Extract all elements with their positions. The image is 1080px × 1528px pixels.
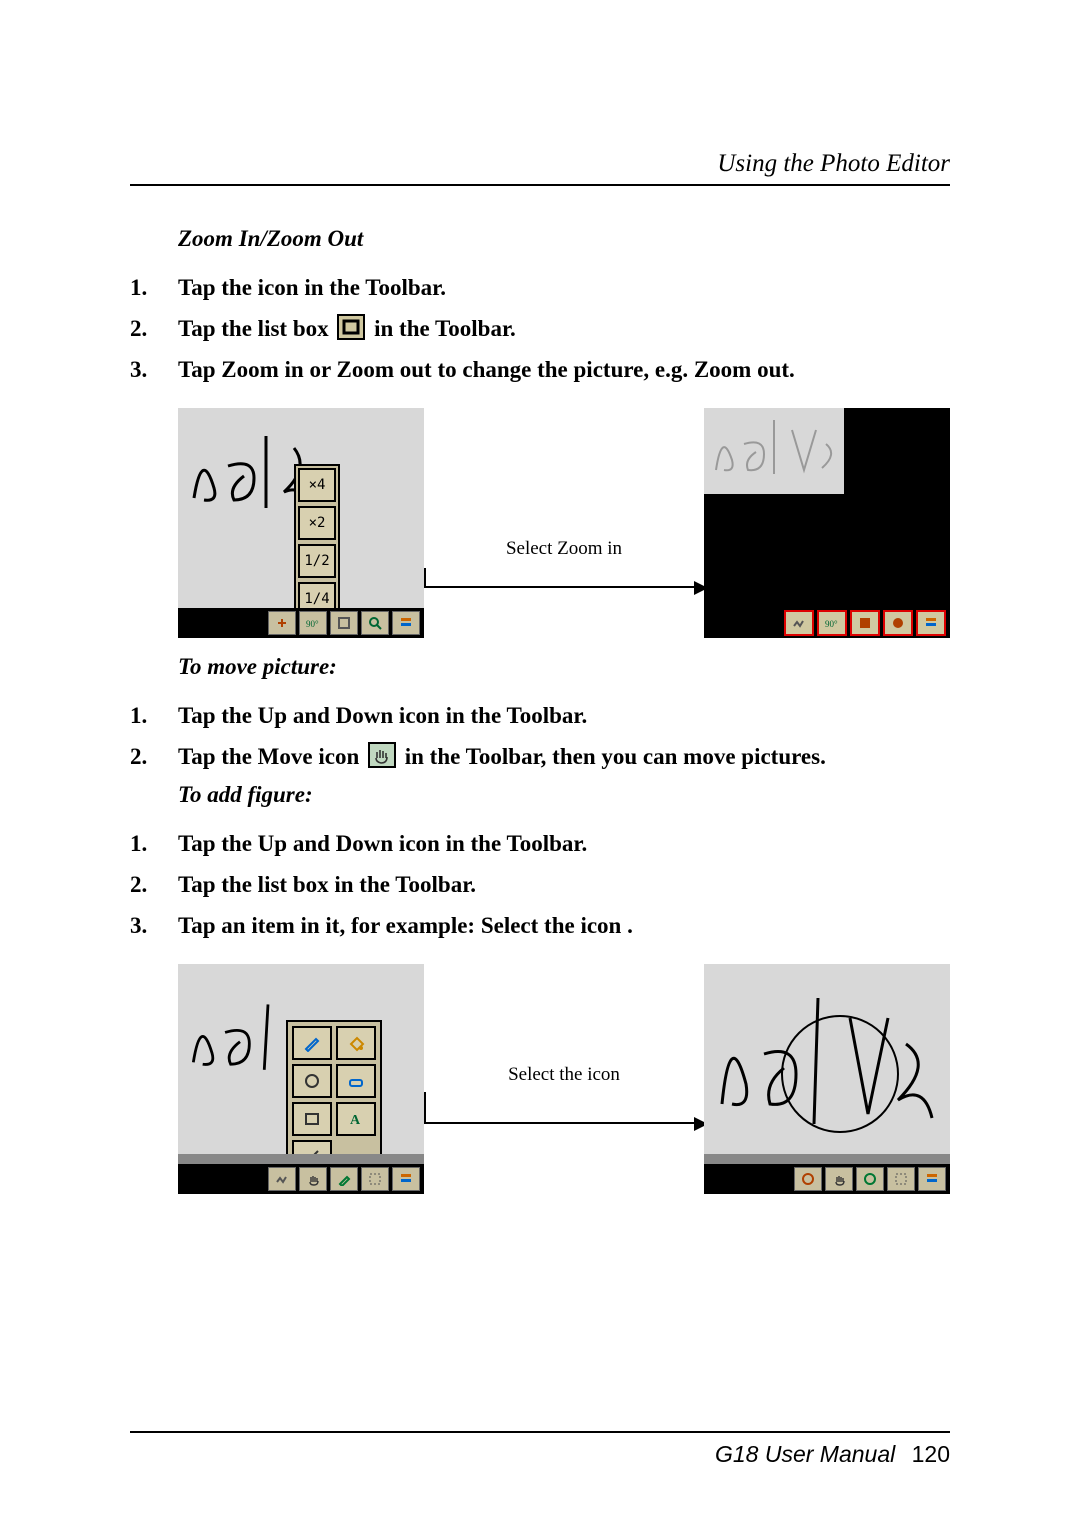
scribble-text-with-circle xyxy=(710,984,944,1144)
addfig-arrow: Select the icon xyxy=(424,964,704,1194)
zoom-section-title: Zoom In/Zoom Out xyxy=(178,226,950,252)
menu-icon[interactable] xyxy=(918,1167,946,1191)
step-number: 3. xyxy=(130,352,178,389)
rect-shape-icon[interactable] xyxy=(292,1102,332,1136)
zoom-before-screenshot: ×4 ×2 1/2 1/4 90° xyxy=(178,408,424,638)
zoom-icon[interactable] xyxy=(361,611,389,635)
text-shape-icon[interactable]: A xyxy=(336,1102,376,1136)
circle-icon[interactable] xyxy=(794,1167,822,1191)
step-number: 2. xyxy=(130,311,178,348)
step-number: 1. xyxy=(130,698,178,735)
fit-icon[interactable] xyxy=(330,611,358,635)
list-item: 3. Tap an item in it, for example: Selec… xyxy=(130,908,950,945)
zoom-arrow: Select Zoom in xyxy=(424,408,704,638)
list-item: 3. Tap Zoom in or Zoom out to change the… xyxy=(130,352,950,389)
step-text-pre: Tap the Up and Down icon xyxy=(178,703,446,728)
circle-tool-icon[interactable] xyxy=(856,1167,884,1191)
step-text: Tap Zoom in or Zoom out to change the pi… xyxy=(178,352,950,389)
addfig-before-screenshot: A xyxy=(178,964,424,1194)
svg-text:90°: 90° xyxy=(825,619,838,629)
list-item: 2. Tap the list box in the Toolbar. xyxy=(130,311,950,348)
header-rule xyxy=(130,184,950,186)
move-section-title: To move picture: xyxy=(178,654,950,680)
addfig-steps-list: 1. Tap the Up and Down icon in the Toolb… xyxy=(130,826,950,944)
step-text-post: in the Toolbar. xyxy=(446,703,588,728)
list-item: 2. Tap the Move icon in the Toolbar, the… xyxy=(130,739,950,776)
arrow-label: Select Zoom in xyxy=(506,538,622,560)
step-text-pre: Tap an item in it, for example: Select t… xyxy=(178,913,627,938)
menu-icon[interactable] xyxy=(392,1167,420,1191)
step-number: 3. xyxy=(130,908,178,945)
eraser-shape-icon[interactable] xyxy=(336,1064,376,1098)
scrollbar[interactable] xyxy=(704,1154,950,1164)
zoom-popup[interactable]: ×4 ×2 1/2 1/4 xyxy=(294,464,340,620)
step-number: 2. xyxy=(130,867,178,904)
circle-shape-icon[interactable] xyxy=(292,1064,332,1098)
list-item: 1. Tap the icon in the Toolbar. xyxy=(130,270,950,307)
step-number: 1. xyxy=(130,826,178,863)
svg-text:90°: 90° xyxy=(306,619,319,629)
zoom-steps-list: 1. Tap the icon in the Toolbar. 2. Tap t… xyxy=(130,270,950,388)
step-number: 2. xyxy=(130,739,178,776)
pencil-shape-icon[interactable] xyxy=(292,1026,332,1060)
move-hand-icon[interactable] xyxy=(825,1167,853,1191)
zoom-icon[interactable] xyxy=(883,610,913,636)
updown-icon[interactable] xyxy=(268,1167,296,1191)
step-text-pre: Tap the list box xyxy=(178,316,334,341)
addfig-after-screenshot xyxy=(704,964,950,1194)
updown-icon[interactable] xyxy=(268,611,296,635)
step-text-pre: Tap the list box xyxy=(178,872,334,897)
rotate-icon[interactable]: 90° xyxy=(299,611,327,635)
footer-page-number: 120 xyxy=(912,1441,950,1467)
move-hand-icon[interactable] xyxy=(299,1167,327,1191)
fill-shape-icon[interactable] xyxy=(336,1026,376,1060)
svg-text:A: A xyxy=(350,1113,361,1128)
step-text-post: in the Toolbar. xyxy=(374,316,516,341)
rotate-icon[interactable]: 90° xyxy=(817,610,847,636)
fit-icon[interactable] xyxy=(850,610,880,636)
zoom-figure-row: ×4 ×2 1/2 1/4 90° Select Zoom in xyxy=(178,408,950,638)
zoom-option[interactable]: ×4 xyxy=(298,468,336,502)
scrollbar[interactable] xyxy=(178,1154,424,1164)
listbox-icon xyxy=(337,314,365,340)
menu-icon[interactable] xyxy=(392,611,420,635)
toolbar: 90° xyxy=(178,608,424,638)
move-steps-list: 1. Tap the Up and Down icon in the Toolb… xyxy=(130,698,950,776)
page-footer: G18 User Manual 120 xyxy=(130,1401,950,1468)
zoom-option[interactable]: ×2 xyxy=(298,506,336,540)
step-text-post: in the Toolbar, then you can move pictur… xyxy=(405,744,826,769)
step-text-pre: Tap the icon xyxy=(178,275,304,300)
list-item: 1. Tap the Up and Down icon in the Toolb… xyxy=(130,698,950,735)
move-hand-icon xyxy=(368,742,396,768)
list-item: 1. Tap the Up and Down icon in the Toolb… xyxy=(130,826,950,863)
menu-icon[interactable] xyxy=(916,610,946,636)
scribble-text xyxy=(710,414,836,484)
arrow-label: Select the icon xyxy=(508,1064,620,1086)
zoom-option[interactable]: 1/2 xyxy=(298,544,336,578)
draw-icon[interactable] xyxy=(330,1167,358,1191)
addfig-section-title: To add figure: xyxy=(178,782,950,808)
list-item: 2. Tap the list box in the Toolbar. xyxy=(130,867,950,904)
select-icon[interactable] xyxy=(361,1167,389,1191)
step-text-post: in the Toolbar. xyxy=(446,831,588,856)
step-text-pre: Tap the Move icon xyxy=(178,744,365,769)
updown-icon[interactable] xyxy=(784,610,814,636)
zoom-after-screenshot: 90° xyxy=(704,408,950,638)
toolbar xyxy=(178,1164,424,1194)
step-text-pre: Tap the Up and Down icon xyxy=(178,831,446,856)
step-text-post: . xyxy=(627,913,633,938)
addfig-figure-row: A Select the icon xyxy=(178,964,950,1194)
select-icon[interactable] xyxy=(887,1167,915,1191)
step-text-post: in the Toolbar. xyxy=(304,275,446,300)
header-section-title: Using the Photo Editor xyxy=(130,150,950,178)
step-text-post: in the Toolbar. xyxy=(334,872,476,897)
step-number: 1. xyxy=(130,270,178,307)
toolbar xyxy=(704,1164,950,1194)
toolbar: 90° xyxy=(704,608,950,638)
footer-manual-name: G18 User Manual xyxy=(715,1441,895,1467)
footer-rule xyxy=(130,1431,950,1433)
